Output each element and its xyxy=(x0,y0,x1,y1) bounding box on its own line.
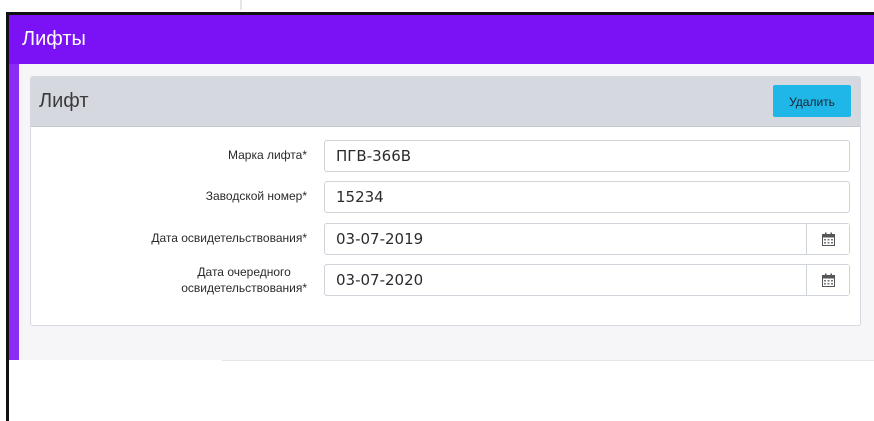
next-inspection-date-label: Дата очередного освидетельствования* xyxy=(31,264,307,296)
page-title: Лифты xyxy=(22,28,86,50)
serial-number-field[interactable] xyxy=(324,181,850,213)
next-inspection-label-line1: Дата очередного xyxy=(197,265,291,279)
next-inspection-date-input[interactable] xyxy=(325,265,808,295)
inspection-date-label: Дата освидетельствования* xyxy=(151,231,307,245)
serial-number-input[interactable] xyxy=(325,182,849,212)
app-header: Лифты xyxy=(9,15,874,64)
inspection-date-field[interactable] xyxy=(324,223,850,255)
delete-button[interactable]: Удалить xyxy=(773,85,851,117)
inspection-date-input[interactable] xyxy=(325,224,808,254)
lift-panel: Лифт Удалить Марка лифта* Заводской номе… xyxy=(30,76,861,326)
top-divider-tick xyxy=(240,0,242,10)
sidebar-rail xyxy=(9,64,19,360)
brand-field[interactable] xyxy=(324,140,850,172)
serial-number-label: Заводской номер* xyxy=(205,189,307,203)
panel-title: Лифт xyxy=(39,90,89,112)
panel-header: Лифт Удалить xyxy=(31,77,860,127)
calendar-icon[interactable] xyxy=(806,224,849,254)
next-inspection-label-line2: освидетельствования* xyxy=(181,281,307,295)
content-divider xyxy=(222,360,874,361)
calendar-icon[interactable] xyxy=(806,265,849,295)
brand-input[interactable] xyxy=(325,141,849,171)
brand-label: Марка лифта* xyxy=(227,148,307,162)
next-inspection-date-field[interactable] xyxy=(324,264,850,296)
